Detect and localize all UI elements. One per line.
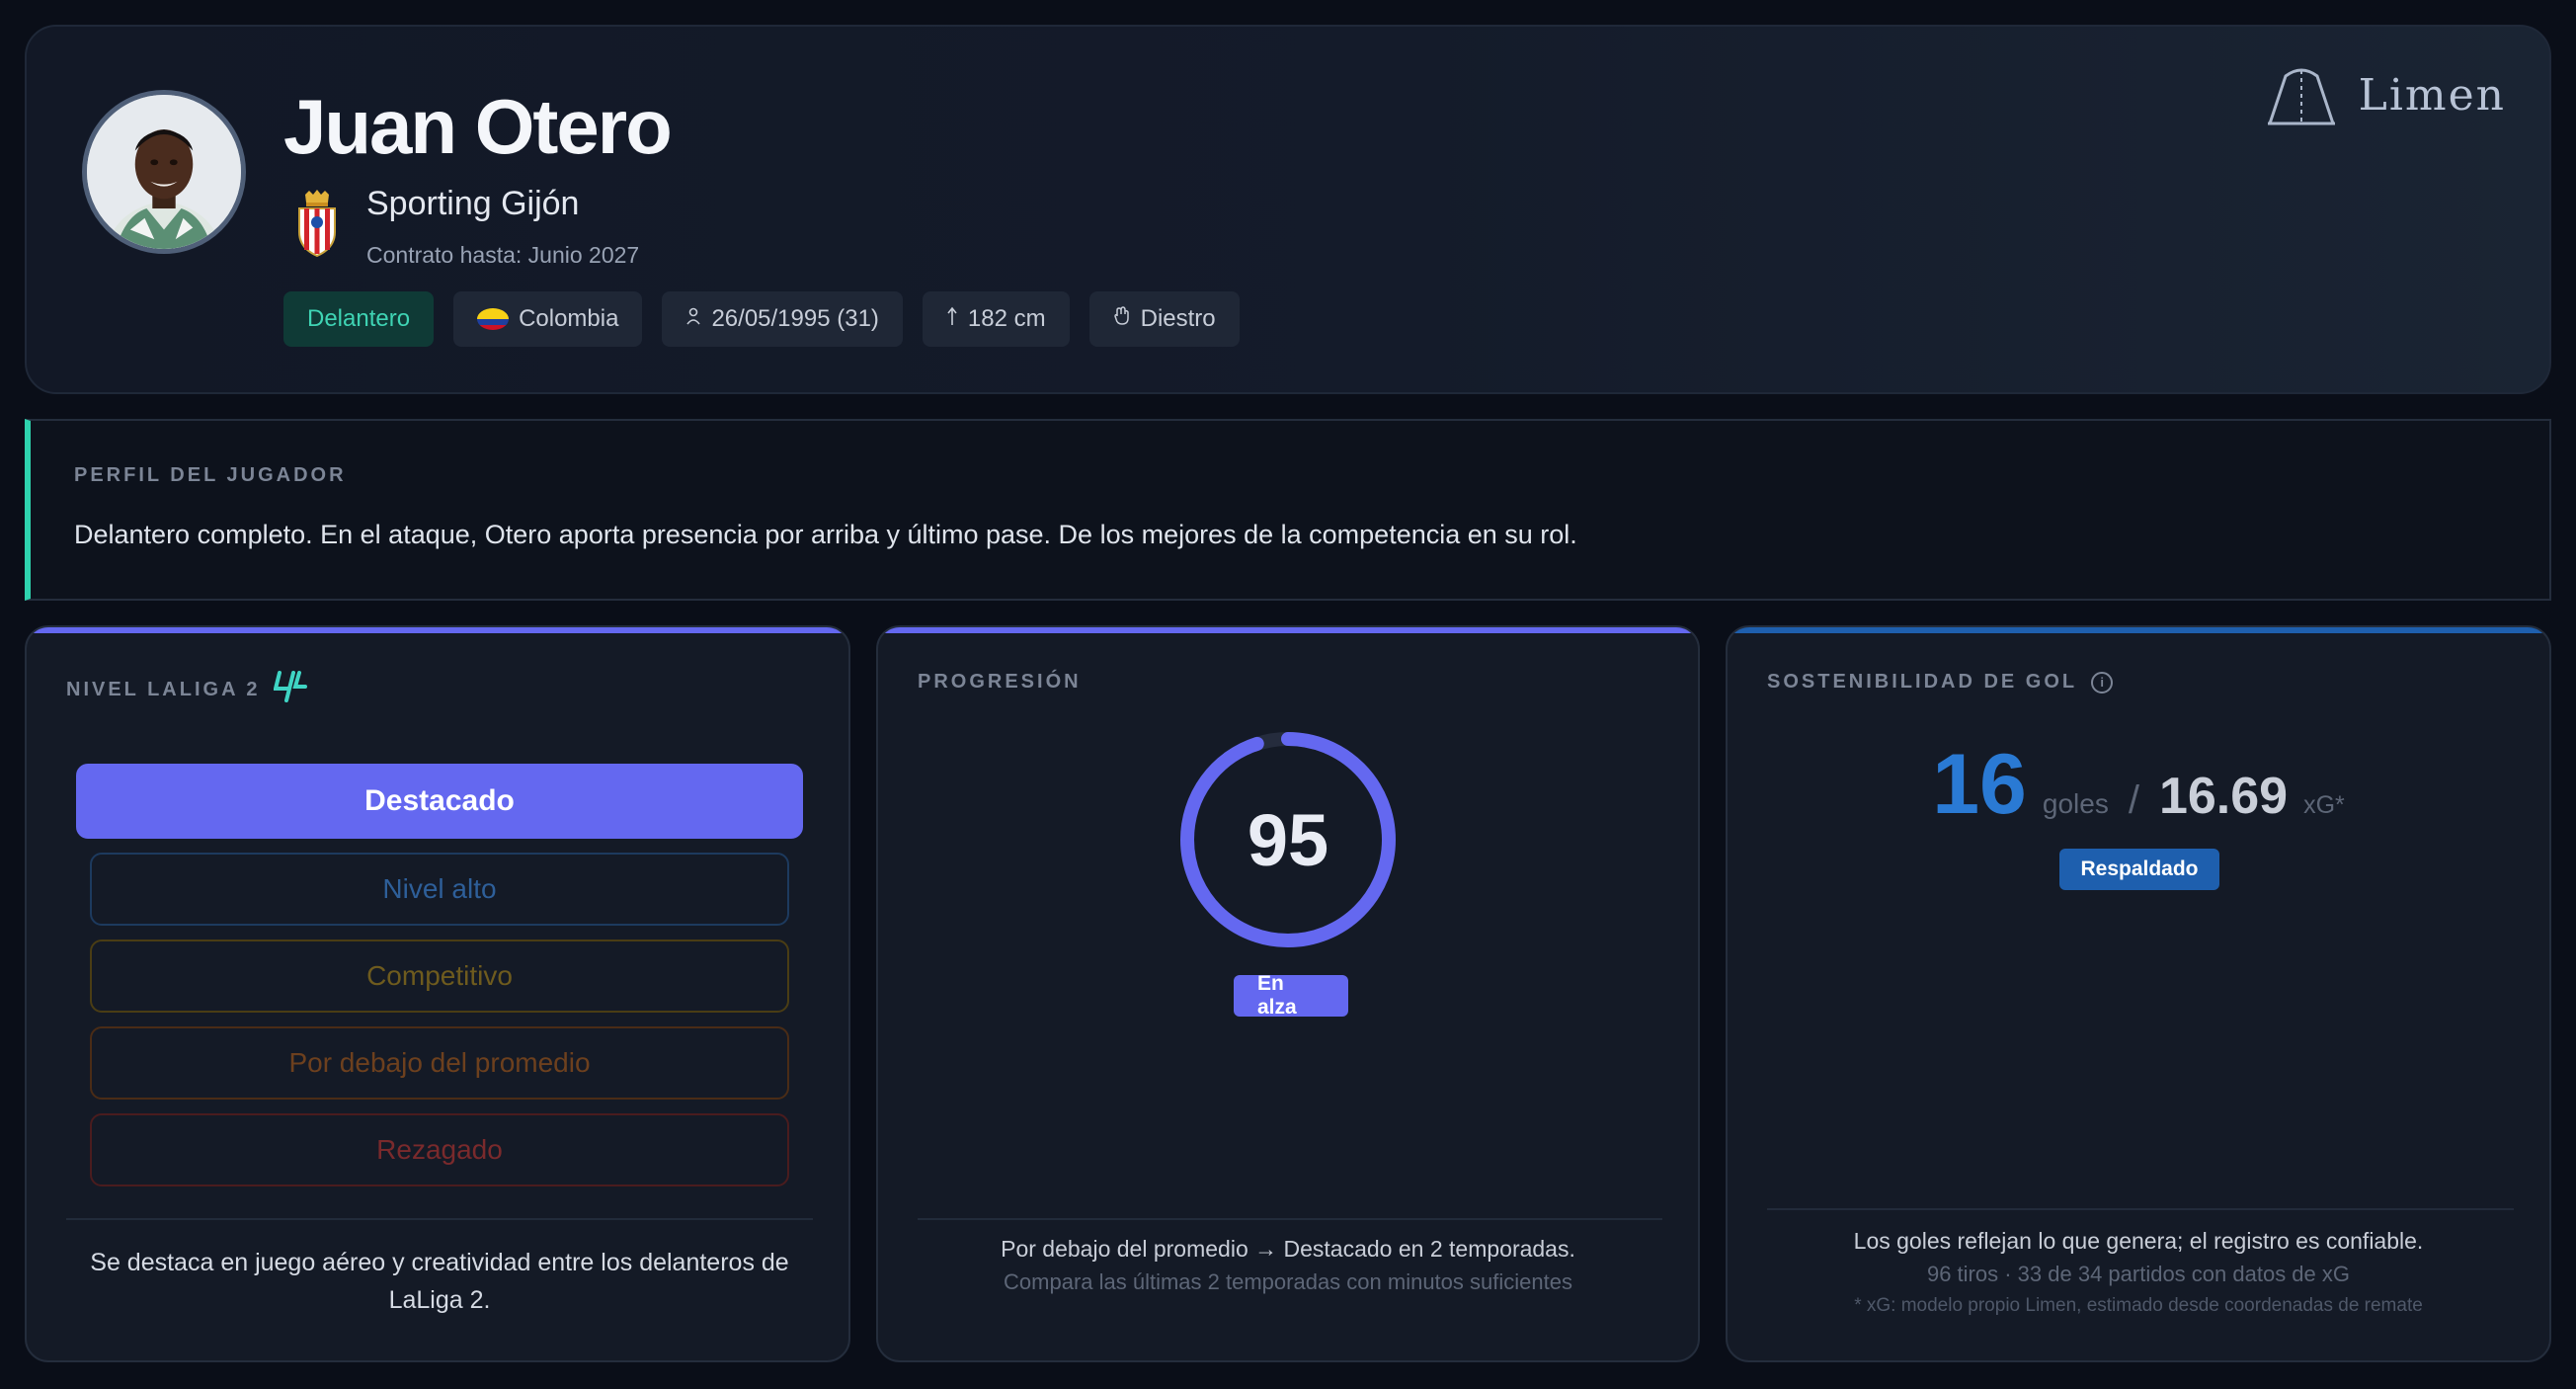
progression-card: PROGRESIÓN 95 En alza Por debajo del pro… — [876, 625, 1700, 1362]
arch-logo-icon — [2267, 68, 2335, 125]
foot-tag: Diestro — [1088, 291, 1240, 347]
player-header: Juan Otero Sporting Gijón Contrato hasta… — [25, 25, 2551, 394]
level-item-por-debajo[interactable]: Por debajo del promedio — [90, 1026, 789, 1100]
club-name[interactable]: Sporting Gijón — [366, 185, 579, 223]
info-icon[interactable]: i — [2091, 671, 2114, 694]
brand-name: Limen — [2358, 69, 2506, 121]
birth-tag: 26/05/1995 (31) — [662, 291, 903, 347]
progression-footer: Por debajo del promedio → Destacado en 2… — [1001, 1236, 1575, 1262]
goals-vs-xg: 16 goles / 16.69 xG* — [1728, 736, 2549, 834]
nationality-label: Colombia — [519, 305, 619, 332]
xg-value: 16.69 — [2158, 768, 2289, 825]
progression-card-title: PROGRESIÓN — [918, 671, 1082, 694]
player-avatar — [82, 90, 246, 254]
club-crest-icon — [295, 189, 339, 258]
level-item-competitivo[interactable]: Competitivo — [90, 940, 789, 1013]
player-name: Juan Otero — [283, 83, 673, 170]
level-card: NIVEL LALIGA 2 Destacado Nivel alto Comp… — [25, 625, 850, 1362]
profile-label: PERFIL DEL JUGADOR — [74, 464, 347, 486]
goals-separator: / — [2128, 778, 2139, 822]
card-accent-bar — [1728, 627, 2549, 633]
card-accent-bar — [27, 627, 848, 633]
person-icon — [685, 307, 701, 331]
divider — [66, 1218, 813, 1220]
sustainability-title-label: SOSTENIBILIDAD DE GOL — [1767, 671, 2078, 693]
divider — [918, 1218, 1662, 1220]
laliga-logo-icon — [273, 671, 308, 708]
player-profile-section: PERFIL DEL JUGADOR Delantero completo. E… — [25, 419, 2551, 601]
goal-sustainability-card: SOSTENIBILIDAD DE GOL i 16 goles / 16.69… — [1726, 625, 2551, 1362]
brand-logo[interactable]: Limen — [2266, 62, 2506, 127]
contract-info: Contrato hasta: Junio 2027 — [366, 242, 640, 268]
sustainability-card-title: SOSTENIBILIDAD DE GOL i — [1767, 671, 2114, 694]
foot-label: Diestro — [1140, 305, 1216, 332]
card-accent-bar — [878, 627, 1698, 633]
position-tag: Delantero — [283, 291, 435, 347]
xg-footnote: * xG: modelo propio Limen, estimado desd… — [1854, 1295, 2423, 1316]
profile-text: Delantero completo. En el ataque, Otero … — [74, 520, 1577, 549]
sustainability-badge: Respaldado — [2059, 849, 2219, 890]
position-label: Delantero — [307, 305, 411, 332]
level-footer: Se destaca en juego aéreo y creatividad … — [90, 1249, 789, 1314]
hand-icon — [1113, 306, 1131, 332]
height-tag: 182 cm — [922, 291, 1070, 347]
trend-badge: En alza — [1234, 972, 1348, 1019]
goals-unit: goles — [2042, 788, 2109, 819]
nationality-tag: Colombia — [453, 291, 643, 347]
sustainability-subfooter: 96 tiros · 33 de 34 partidos con datos d… — [1926, 1262, 2351, 1286]
player-tags: Delantero Colombia 26/05/1995 (31) 182 c… — [283, 291, 1240, 347]
level-list: Destacado Nivel alto Competitivo Por deb… — [76, 764, 803, 1200]
divider — [1767, 1208, 2514, 1210]
level-card-title: NIVEL LALIGA 2 — [66, 671, 308, 708]
progression-score: 95 — [1247, 798, 1329, 881]
arrow-up-icon — [946, 306, 958, 332]
colombia-flag-icon — [477, 308, 510, 330]
sustainability-footer: Los goles reflejan lo que genera; el reg… — [1853, 1228, 2424, 1254]
height-label: 182 cm — [967, 305, 1046, 332]
birth-label: 26/05/1995 (31) — [711, 305, 879, 332]
xg-unit: xG* — [2303, 791, 2345, 819]
level-item-nivel-alto[interactable]: Nivel alto — [90, 853, 789, 926]
progression-title-label: PROGRESIÓN — [918, 671, 1082, 693]
level-item-rezagado[interactable]: Rezagado — [90, 1113, 789, 1186]
level-item-destacado[interactable]: Destacado — [76, 764, 803, 839]
goals-value: 16 — [1932, 737, 2027, 832]
level-title-label: NIVEL LALIGA 2 — [66, 678, 261, 700]
progression-footnote: Compara las últimas 2 temporadas con min… — [1004, 1269, 1572, 1294]
